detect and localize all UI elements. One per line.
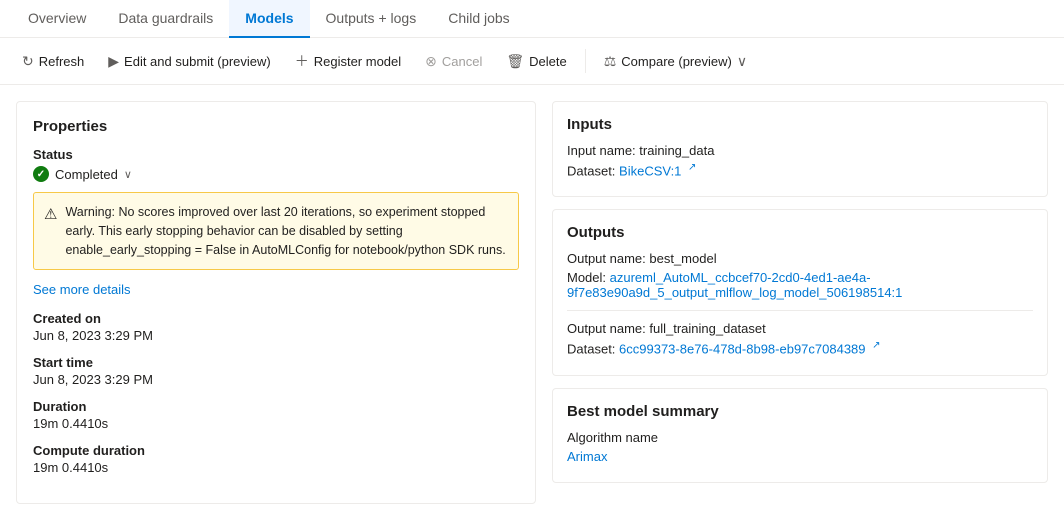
compare-icon: ⚖ [604, 53, 617, 70]
chevron-down-icon: ∨ [737, 53, 747, 70]
cancel-icon: ⊗ [425, 53, 437, 70]
duration-group: Duration 19m 0.4410s [33, 399, 519, 431]
properties-panel: Properties Status Completed ∨ ⚠ Warning:… [16, 101, 536, 504]
start-time-value: Jun 8, 2023 3:29 PM [33, 372, 519, 387]
main-content: Properties Status Completed ∨ ⚠ Warning:… [0, 85, 1064, 520]
best-model-card: Best model summary Algorithm name Arimax [552, 388, 1048, 483]
input-dataset-row: Dataset: BikeCSV:1 ↗ [567, 162, 1033, 178]
output-model-link[interactable]: azureml_AutoML_ccbcef70-2cd0-4ed1-ae4a-9… [567, 270, 902, 300]
register-model-label: Register model [314, 54, 401, 69]
cancel-button[interactable]: ⊗ Cancel [415, 48, 492, 75]
toolbar: ↻ Refresh ▶ Edit and submit (preview) ＋ … [0, 38, 1064, 85]
input-name-row: Input name: training_data [567, 143, 1033, 158]
register-model-button[interactable]: ＋ Register model [285, 46, 411, 76]
play-icon: ▶ [108, 53, 119, 70]
outputs-divider [567, 310, 1033, 311]
properties-title: Properties [33, 118, 519, 135]
compute-duration-group: Compute duration 19m 0.4410s [33, 443, 519, 475]
external-link-icon: ↗ [688, 162, 696, 173]
tab-bar: Overview Data guardrails Models Outputs … [0, 0, 1064, 38]
duration-value: 19m 0.4410s [33, 416, 519, 431]
output-name-1-label: Output name: best_model [567, 251, 717, 266]
warning-text: Warning: No scores improved over last 20… [65, 203, 508, 259]
compare-button[interactable]: ⚖ Compare (preview) ∨ [594, 48, 757, 75]
outputs-title: Outputs [567, 224, 1033, 241]
plus-icon: ＋ [295, 51, 309, 71]
input-name-label: Input name: training_data [567, 143, 714, 158]
delete-button[interactable]: 🗑 Delete [496, 48, 576, 75]
status-label: Status [33, 147, 519, 162]
refresh-icon: ↻ [22, 53, 34, 70]
tab-models[interactable]: Models [229, 0, 309, 38]
outputs-card: Outputs Output name: best_model Model: a… [552, 209, 1048, 375]
edit-submit-button[interactable]: ▶ Edit and submit (preview) [98, 48, 280, 75]
duration-label: Duration [33, 399, 519, 414]
right-panel: Inputs Input name: training_data Dataset… [552, 101, 1048, 504]
inputs-title: Inputs [567, 116, 1033, 133]
start-time-group: Start time Jun 8, 2023 3:29 PM [33, 355, 519, 387]
refresh-label: Refresh [39, 54, 85, 69]
cancel-label: Cancel [442, 54, 482, 69]
see-more-link[interactable]: See more details [33, 282, 519, 297]
edit-submit-label: Edit and submit (preview) [124, 54, 271, 69]
tab-child-jobs[interactable]: Child jobs [432, 0, 525, 38]
status-text: Completed [55, 167, 118, 182]
output-dataset-row: Dataset: 6cc99373-8e76-478d-8b98-eb97c70… [567, 340, 1033, 356]
output-name-2-row: Output name: full_training_dataset [567, 321, 1033, 336]
refresh-button[interactable]: ↻ Refresh [12, 48, 94, 75]
algorithm-value-link[interactable]: Arimax [567, 449, 607, 464]
created-on-value: Jun 8, 2023 3:29 PM [33, 328, 519, 343]
properties-card: Properties Status Completed ∨ ⚠ Warning:… [16, 101, 536, 504]
warning-icon: ⚠ [44, 204, 57, 259]
inputs-card: Inputs Input name: training_data Dataset… [552, 101, 1048, 197]
status-value-row: Completed ∨ [33, 166, 519, 182]
output-dataset-link[interactable]: 6cc99373-8e76-478d-8b98-eb97c7084389 [619, 342, 866, 357]
compute-duration-label: Compute duration [33, 443, 519, 458]
model-label: Model: [567, 270, 610, 285]
best-model-title: Best model summary [567, 403, 1033, 420]
start-time-label: Start time [33, 355, 519, 370]
output-model-row: Model: azureml_AutoML_ccbcef70-2cd0-4ed1… [567, 270, 1033, 300]
output-name-2-label: Output name: full_training_dataset [567, 321, 766, 336]
input-dataset-link[interactable]: BikeCSV:1 [619, 163, 681, 178]
toolbar-separator [585, 49, 586, 73]
compute-duration-value: 19m 0.4410s [33, 460, 519, 475]
status-chevron-icon[interactable]: ∨ [124, 168, 132, 181]
algorithm-label-row: Algorithm name [567, 430, 1033, 445]
compare-label: Compare (preview) [621, 54, 732, 69]
created-on-label: Created on [33, 311, 519, 326]
delete-label: Delete [529, 54, 567, 69]
created-on-group: Created on Jun 8, 2023 3:29 PM [33, 311, 519, 343]
warning-box: ⚠ Warning: No scores improved over last … [33, 192, 519, 270]
tab-outputs-logs[interactable]: Outputs + logs [310, 0, 433, 38]
output-dataset-label: Dataset: [567, 342, 619, 357]
algorithm-label: Algorithm name [567, 430, 658, 445]
status-completed-icon [33, 166, 49, 182]
output-name-1-row: Output name: best_model [567, 251, 1033, 266]
delete-icon: 🗑 [506, 53, 524, 70]
tab-overview[interactable]: Overview [12, 0, 102, 38]
input-dataset-label: Dataset: [567, 163, 619, 178]
tab-data-guardrails[interactable]: Data guardrails [102, 0, 229, 38]
external-link-icon-2: ↗ [872, 340, 880, 351]
algorithm-value-row: Arimax [567, 449, 1033, 464]
